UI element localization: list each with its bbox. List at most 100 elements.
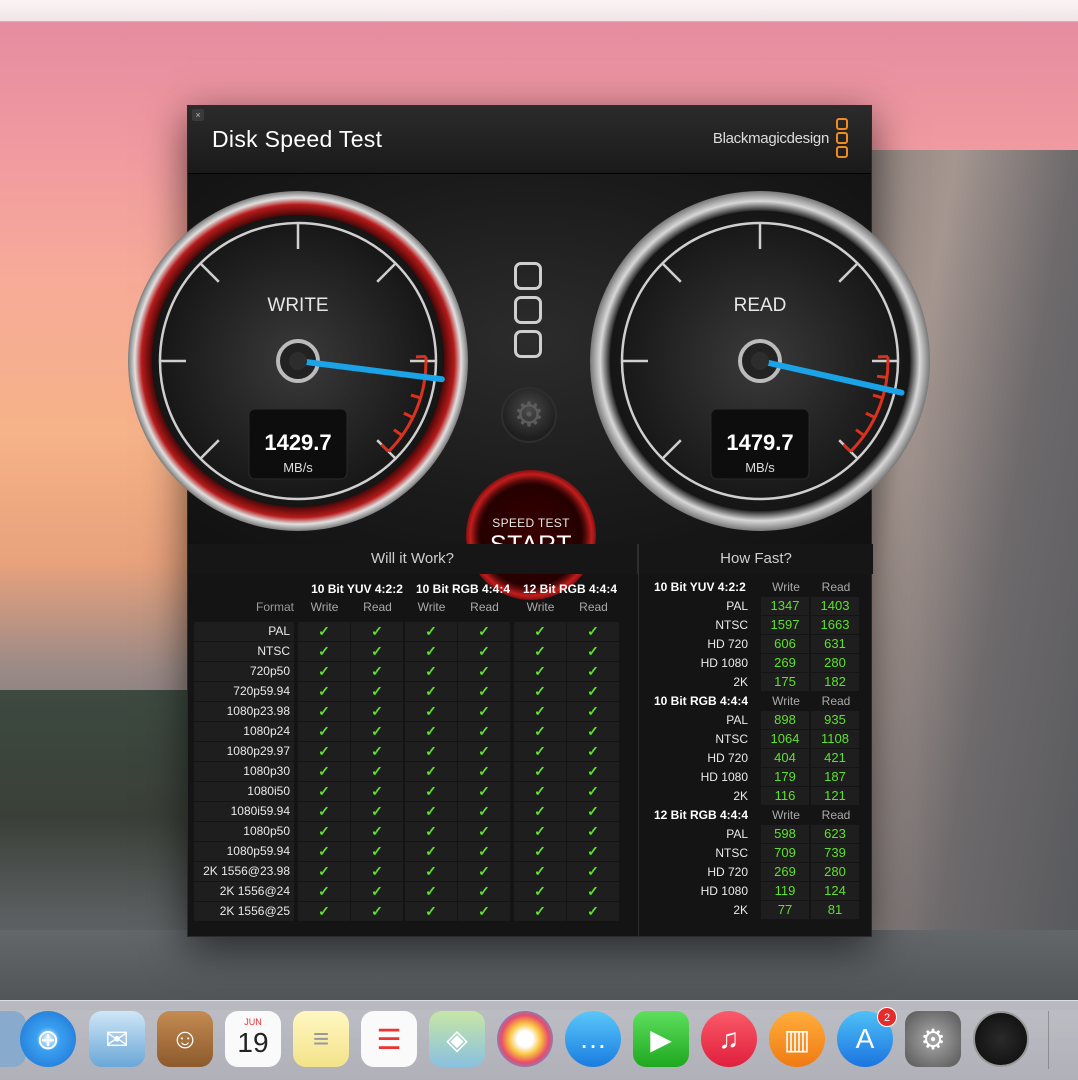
check-icon: ✓: [298, 802, 350, 821]
check-icon: ✓: [514, 762, 566, 781]
how-fast-row: NTSC 709 739: [639, 844, 873, 863]
disk-speed-test-icon[interactable]: [973, 1011, 1029, 1067]
check-icon: ✓: [351, 782, 403, 801]
check-icon: ✓: [298, 742, 350, 761]
read-column-label: Read: [821, 694, 851, 708]
how-fast-title: How Fast?: [639, 544, 873, 574]
notes-icon[interactable]: ≡: [293, 1011, 349, 1067]
format-name: 1080p59.94: [194, 842, 294, 861]
read-speed-value: 623: [811, 825, 859, 843]
settings-gear-button[interactable]: ⚙: [501, 387, 557, 443]
check-icon: ✓: [567, 802, 619, 821]
photos-icon[interactable]: [497, 1011, 553, 1067]
format-label: PAL: [726, 713, 748, 727]
check-icon: ✓: [514, 722, 566, 741]
write-speed-value: 1597: [761, 616, 809, 634]
check-icon: ✓: [405, 882, 457, 901]
format-name: 2K 1556@25: [194, 902, 294, 921]
app-title: Disk Speed Test: [212, 126, 383, 152]
table-row: 1080p23.98 ✓ ✓ ✓ ✓ ✓ ✓: [194, 702, 624, 722]
check-icon: ✓: [405, 722, 457, 741]
check-icon: ✓: [514, 662, 566, 681]
check-icon: ✓: [351, 902, 403, 921]
check-icon: ✓: [298, 902, 350, 921]
close-button[interactable]: ×: [192, 109, 204, 121]
messages-icon[interactable]: …: [565, 1011, 621, 1067]
system-preferences-icon[interactable]: ⚙: [905, 1011, 961, 1067]
check-icon: ✓: [298, 642, 350, 661]
check-icon: ✓: [351, 802, 403, 821]
format-header: Format: [255, 600, 294, 614]
check-icon: ✓: [567, 902, 619, 921]
start-button[interactable]: SPEED TEST START: [466, 470, 596, 600]
contacts-icon[interactable]: ☺: [157, 1011, 213, 1067]
how-fast-row: NTSC 1597 1663: [639, 616, 873, 635]
write-label: WRITE: [267, 295, 328, 316]
table-row: 1080p30 ✓ ✓ ✓ ✓ ✓ ✓: [194, 762, 624, 782]
reminders-icon[interactable]: ☰: [361, 1011, 417, 1067]
check-icon: ✓: [405, 662, 457, 681]
how-fast-row: HD 720 404 421: [639, 749, 873, 768]
calendar-month: JUN: [244, 1017, 262, 1027]
format-name: 720p50: [194, 662, 294, 681]
table-row: 1080i59.94 ✓ ✓ ✓ ✓ ✓ ✓: [194, 802, 624, 822]
format-label: NTSC: [715, 732, 748, 746]
safari-icon[interactable]: ⊕: [20, 1011, 76, 1067]
group-header: 10 Bit YUV 4:2:2: [311, 582, 403, 596]
app-store-badge: 2: [877, 1007, 897, 1027]
app-store-icon[interactable]: A 2: [837, 1007, 897, 1067]
dock: ⊕ ✉ ☺ JUN 19 ≡ ☰ ◈ … ▶ ♫ ▥ A 2 ⚙: [0, 1000, 1078, 1080]
check-icon: ✓: [405, 822, 457, 841]
how-fast-group-header: 10 Bit RGB 4:4:4 Write Read: [639, 692, 873, 711]
format-label: HD 720: [707, 637, 748, 651]
read-column-label: Read: [821, 808, 851, 822]
check-icon: ✓: [298, 842, 350, 861]
check-icon: ✓: [405, 902, 457, 921]
facetime-icon[interactable]: ▶: [633, 1011, 689, 1067]
write-speed-value: 1064: [761, 730, 809, 748]
group-name: 10 Bit YUV 4:2:2: [654, 580, 746, 594]
read-speed-value: 421: [811, 749, 859, 767]
check-icon: ✓: [514, 802, 566, 821]
check-icon: ✓: [298, 662, 350, 681]
write-speed-value: 119: [761, 882, 809, 900]
read-subheader: Read: [579, 600, 608, 614]
format-label: 2K: [733, 789, 748, 803]
check-icon: ✓: [351, 622, 403, 641]
maps-icon[interactable]: ◈: [429, 1011, 485, 1067]
ibooks-icon[interactable]: ▥: [769, 1011, 825, 1067]
menu-bar: [0, 0, 1078, 22]
write-speed-value: 404: [761, 749, 809, 767]
check-icon: ✓: [458, 822, 510, 841]
check-icon: ✓: [405, 862, 457, 881]
read-speed-value: 1403: [811, 597, 859, 615]
check-icon: ✓: [567, 842, 619, 861]
check-icon: ✓: [351, 722, 403, 741]
read-speed-value: 739: [811, 844, 859, 862]
check-icon: ✓: [405, 742, 457, 761]
itunes-icon[interactable]: ♫: [701, 1011, 757, 1067]
check-icon: ✓: [298, 722, 350, 741]
calendar-icon[interactable]: JUN 19: [225, 1011, 281, 1067]
mail-icon[interactable]: ✉: [89, 1011, 145, 1067]
format-label: HD 1080: [700, 770, 748, 784]
check-icon: ✓: [298, 622, 350, 641]
check-icon: ✓: [405, 622, 457, 641]
check-icon: ✓: [351, 682, 403, 701]
check-icon: ✓: [567, 782, 619, 801]
format-name: PAL: [194, 622, 294, 641]
check-icon: ✓: [351, 702, 403, 721]
read-speed-value: 935: [811, 711, 859, 729]
group-name: 12 Bit RGB 4:4:4: [654, 808, 749, 822]
group-header: 12 Bit RGB 4:4:4: [522, 582, 618, 596]
check-icon: ✓: [458, 742, 510, 761]
read-speed-value: 182: [811, 673, 859, 691]
check-icon: ✓: [405, 762, 457, 781]
check-icon: ✓: [567, 862, 619, 881]
format-label: HD 1080: [700, 656, 748, 670]
check-icon: ✓: [567, 822, 619, 841]
group-header: 10 Bit RGB 4:4:4: [415, 582, 511, 596]
brand-name: Blackmagicdesign: [712, 130, 829, 147]
format-label: HD 1080: [700, 884, 748, 898]
calendar-day: 19: [237, 1027, 269, 1058]
